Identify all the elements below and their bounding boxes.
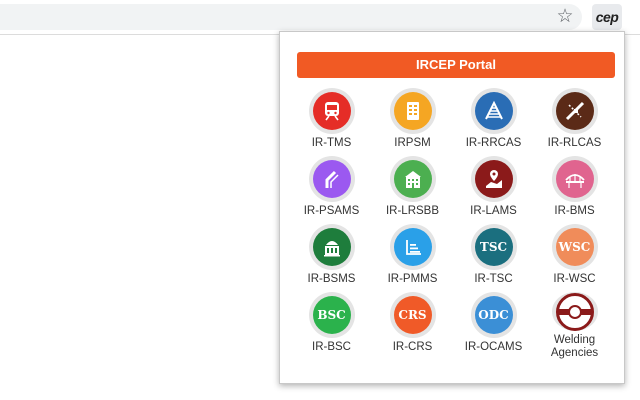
app-tile[interactable]: IR-BMS xyxy=(534,156,615,224)
app-icon-disc xyxy=(555,292,594,331)
app-icon-disc xyxy=(474,160,513,198)
app-tile[interactable]: IR-PSAMS xyxy=(291,156,372,224)
wsc-icon[interactable]: WSC xyxy=(551,224,598,270)
rail-section-icon[interactable] xyxy=(551,292,598,331)
app-tile[interactable]: BSC IR-BSC xyxy=(291,292,372,360)
app-icon-disc: BSC xyxy=(312,296,351,334)
app-tile[interactable]: IR-TMS xyxy=(291,88,372,156)
app-grid: IR-TMS IRPSM IR-RRCAS IR-RLCAS IR-PSAMS IR-LR… xyxy=(291,88,615,360)
app-icon-disc xyxy=(312,228,351,266)
star-icon[interactable]: ☆ xyxy=(554,6,576,28)
app-label: IR-TSC xyxy=(474,273,513,285)
app-label: IR-BMS xyxy=(554,205,595,217)
app-label: IR-RRCAS xyxy=(465,137,522,149)
app-label: IR-LRSBB xyxy=(385,205,440,217)
train-icon[interactable] xyxy=(308,88,355,134)
app-icon-disc: CRS xyxy=(393,296,432,334)
crs-icon[interactable]: CRS xyxy=(389,292,436,338)
land-map-icon[interactable] xyxy=(470,156,517,202)
app-tile[interactable]: IR-RLCAS xyxy=(534,88,615,156)
app-icon-disc: WSC xyxy=(555,228,594,266)
app-tile[interactable]: WSC IR-WSC xyxy=(534,224,615,292)
app-icon-disc xyxy=(393,228,432,266)
document-icon[interactable] xyxy=(389,88,436,134)
app-label: IR-LAMS xyxy=(470,205,517,217)
stairs-icon[interactable] xyxy=(389,224,436,270)
app-icon-text: WSC xyxy=(558,240,591,254)
app-tile[interactable]: ODC IR-OCAMS xyxy=(453,292,534,360)
app-tile[interactable]: IR-BSMS xyxy=(291,224,372,292)
app-label: IR-BSMS xyxy=(307,273,356,285)
extension-icon[interactable]: cep xyxy=(592,4,622,30)
app-icon-text: ODC xyxy=(478,308,509,322)
app-tile[interactable]: Welding Agencies xyxy=(534,292,615,360)
app-label: IR-WSC xyxy=(553,273,596,285)
app-label: IR-TMS xyxy=(311,137,352,149)
app-label: IR-CRS xyxy=(392,341,433,353)
pipe-icon[interactable] xyxy=(308,156,355,202)
app-icon-text: BSC xyxy=(317,308,346,322)
app-icon-disc xyxy=(393,160,432,198)
app-tile[interactable]: IR-PMMS xyxy=(372,224,453,292)
odc-icon[interactable]: ODC xyxy=(470,292,517,338)
app-label: Welding Agencies xyxy=(550,334,599,359)
app-label: IR-PMMS xyxy=(387,273,438,285)
address-bar[interactable] xyxy=(0,4,582,30)
app-tile[interactable]: CRS IR-CRS xyxy=(372,292,453,360)
browser-toolbar: ☆ cep xyxy=(0,0,640,35)
app-icon-disc: ODC xyxy=(474,296,513,334)
app-tile[interactable]: IRPSM xyxy=(372,88,453,156)
tsc-icon[interactable]: TSC xyxy=(470,224,517,270)
portal-button[interactable]: IRCEP Portal xyxy=(297,52,615,78)
crossing-icon[interactable] xyxy=(551,88,598,134)
app-icon-disc: TSC xyxy=(474,228,513,266)
app-tile[interactable]: TSC IR-TSC xyxy=(453,224,534,292)
extension-popup: IRCEP Portal IR-TMS IRPSM IR-RRCAS IR-RLCAS… xyxy=(279,31,625,384)
app-icon-disc xyxy=(555,92,594,130)
app-icon-disc xyxy=(393,92,432,130)
station-icon[interactable] xyxy=(308,224,355,270)
app-label: IR-BSC xyxy=(312,341,351,353)
app-label: IRPSM xyxy=(394,137,431,149)
app-tile[interactable]: IR-LRSBB xyxy=(372,156,453,224)
app-icon-disc xyxy=(312,160,351,198)
app-icon-disc xyxy=(555,160,594,198)
bridge-icon[interactable] xyxy=(551,156,598,202)
app-icon-text: TSC xyxy=(479,240,508,254)
app-icon-disc xyxy=(312,92,351,130)
app-icon-disc xyxy=(474,92,513,130)
app-label: IR-RLCAS xyxy=(547,137,602,149)
track-icon[interactable] xyxy=(470,88,517,134)
bsc-icon[interactable]: BSC xyxy=(308,292,355,338)
app-label: IR-OCAMS xyxy=(464,341,523,353)
extension-badge-text: cep xyxy=(595,9,619,25)
app-tile[interactable]: IR-RRCAS xyxy=(453,88,534,156)
app-label: IR-PSAMS xyxy=(303,205,360,217)
app-icon-text: CRS xyxy=(398,308,427,322)
app-tile[interactable]: IR-LAMS xyxy=(453,156,534,224)
building-icon[interactable] xyxy=(389,156,436,202)
